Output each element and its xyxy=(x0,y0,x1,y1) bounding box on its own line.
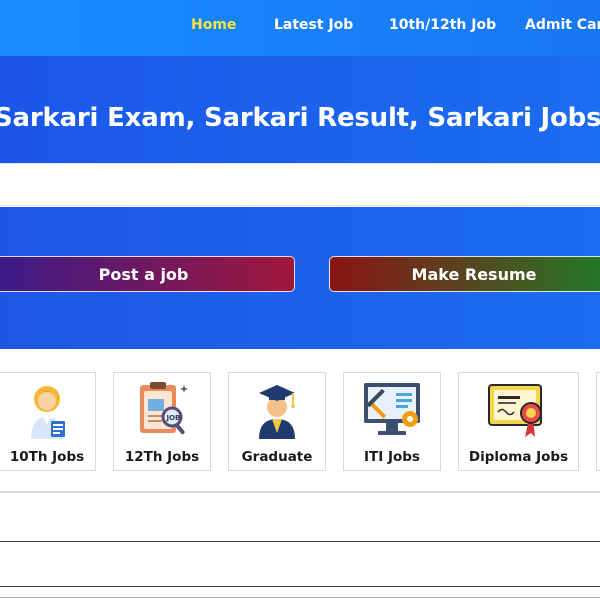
category-card-12th[interactable]: JOB 12Th Jobs xyxy=(113,372,211,471)
tools-monitor-icon xyxy=(364,383,420,435)
divider xyxy=(0,597,600,598)
category-card-diploma[interactable]: Diploma Jobs xyxy=(458,372,579,471)
post-job-button[interactable]: Post a job xyxy=(0,256,295,292)
divider xyxy=(0,541,600,542)
category-label: ITI Jobs xyxy=(364,449,420,465)
category-card-graduate[interactable]: Graduate xyxy=(228,372,326,471)
category-label: 10Th Jobs xyxy=(9,449,85,465)
top-navbar: Home Latest Job 10th/12th Job Admit Card xyxy=(0,0,600,56)
category-card-10th[interactable]: 10Th Jobs xyxy=(0,372,96,471)
nav-10th-12th-job[interactable]: 10th/12th Job xyxy=(389,17,496,33)
certificate-icon xyxy=(487,384,542,437)
category-card-partial[interactable] xyxy=(596,372,600,471)
category-card-iti[interactable]: ITI Jobs xyxy=(343,372,441,471)
clipboard-search-icon: JOB xyxy=(140,382,188,435)
nav-admit-card[interactable]: Admit Card xyxy=(525,17,600,33)
nav-latest-job[interactable]: Latest Job xyxy=(274,17,353,33)
svg-text:JOB: JOB xyxy=(166,414,181,422)
category-label: Diploma Jobs xyxy=(468,449,569,465)
category-label: 12Th Jobs xyxy=(124,449,200,465)
divider xyxy=(0,586,600,587)
page-title: Sarkari Exam, Sarkari Result, Sarkari Jo… xyxy=(0,103,600,133)
make-resume-button[interactable]: Make Resume xyxy=(329,256,600,292)
graduate-icon xyxy=(259,385,295,439)
category-label: Graduate xyxy=(241,449,313,465)
search-strip xyxy=(0,163,600,206)
nav-home[interactable]: Home xyxy=(191,17,236,33)
student-icon xyxy=(31,386,65,439)
